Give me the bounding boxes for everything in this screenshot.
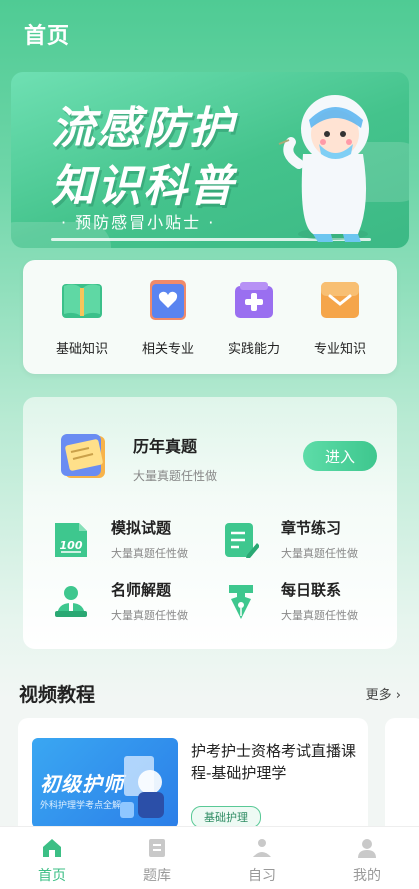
pen-nib-icon: [229, 585, 253, 619]
tab-home[interactable]: 首页: [22, 837, 82, 885]
category-basic-knowledge[interactable]: 基础知识: [40, 278, 124, 357]
question-bank-icon: [146, 837, 168, 859]
home-icon: [41, 837, 63, 859]
page-title: 首页: [24, 24, 71, 49]
more-link[interactable]: 更多 ›: [366, 684, 401, 703]
history-title: 历年真题: [133, 437, 198, 456]
history-desc: 大量真题任性做: [133, 469, 218, 483]
mock-exam-title: 模拟试题: [111, 519, 172, 537]
teacher-icon: [55, 586, 87, 617]
tab-profile[interactable]: 我的: [337, 837, 397, 885]
category-practice-ability[interactable]: 实践能力: [212, 278, 296, 357]
daily-practice-title: 每日联系: [281, 581, 342, 599]
medical-kit-icon: [232, 278, 276, 322]
tab-question-bank[interactable]: 题库: [127, 837, 187, 885]
mock-exam-desc: 大量真题任性做: [111, 547, 188, 560]
profile-icon: [356, 837, 378, 859]
study-icon: [251, 837, 273, 859]
thumbnail-title: 初级护师: [40, 772, 124, 796]
past-papers-icon: [61, 434, 105, 478]
video-section-heading: 视频教程: [19, 684, 96, 706]
tab-study[interactable]: 自习: [232, 837, 292, 885]
banner[interactable]: 流感防护 知识科普 · 预防感冒小贴士 ·: [11, 72, 409, 248]
category-label: 专业知识: [313, 342, 366, 357]
video-card-next[interactable]: [385, 718, 419, 838]
category-label: 相关专业: [141, 342, 194, 357]
doctor-illustration-icon: [278, 95, 369, 242]
video-title: 护考护士资格考试直播课程-基础护理学: [191, 742, 357, 782]
thumbnail-subtitle: 外科护理学考点全解: [40, 801, 122, 811]
category-related-major[interactable]: 相关专业: [126, 278, 210, 357]
tab-label: 题库: [143, 868, 171, 884]
svg-text:100: 100: [60, 539, 83, 552]
chapter-practice-item[interactable]: 章节练习 大量真题任性做: [223, 517, 393, 561]
enter-button[interactable]: 进入: [303, 441, 377, 471]
nurse-illustration-icon: [120, 756, 164, 818]
exam-card: 历年真题 大量真题任性做 进入 100 模拟试题 大量真题任性做 章节练习 大量…: [23, 397, 397, 649]
document-edit-icon: [225, 523, 259, 558]
chapter-practice-desc: 大量真题任性做: [281, 547, 358, 560]
video-tag: 基础护理: [191, 806, 261, 828]
teacher-solutions-title: 名师解题: [111, 581, 172, 599]
mock-exam-item[interactable]: 100 模拟试题 大量真题任性做: [53, 517, 223, 561]
envelope-icon: [318, 278, 362, 322]
banner-title-line1: 流感防护: [51, 103, 235, 154]
book-open-icon: [60, 278, 104, 322]
banner-title-line2: 知识科普: [51, 161, 235, 212]
category-card: 基础知识 相关专业 实践能力 专业知识: [23, 260, 397, 374]
video-card[interactable]: 初级护师 外科护理学考点全解 护考护士资格考试直播课程-基础护理学 基础护理: [18, 718, 368, 838]
tab-label: 我的: [353, 868, 381, 884]
score-100-icon: 100: [55, 523, 87, 557]
category-professional-knowledge[interactable]: 专业知识: [298, 278, 382, 357]
video-thumbnail[interactable]: 初级护师 外科护理学考点全解: [32, 738, 178, 828]
chapter-practice-title: 章节练习: [281, 519, 342, 537]
category-label: 实践能力: [227, 342, 280, 357]
banner-subtitle: · 预防感冒小贴士 ·: [61, 213, 216, 232]
tab-label: 自习: [248, 868, 276, 884]
category-label: 基础知识: [55, 342, 108, 357]
bottom-tab-bar: 首页 题库 自习 我的: [0, 826, 419, 889]
tab-label: 首页: [38, 868, 66, 884]
teacher-solutions-desc: 大量真题任性做: [111, 609, 188, 622]
daily-practice-desc: 大量真题任性做: [281, 609, 358, 622]
teacher-solutions-item[interactable]: 名师解题 大量真题任性做: [53, 579, 223, 623]
heart-card-icon: [146, 278, 190, 322]
daily-practice-item[interactable]: 每日联系 大量真题任性做: [223, 579, 393, 623]
